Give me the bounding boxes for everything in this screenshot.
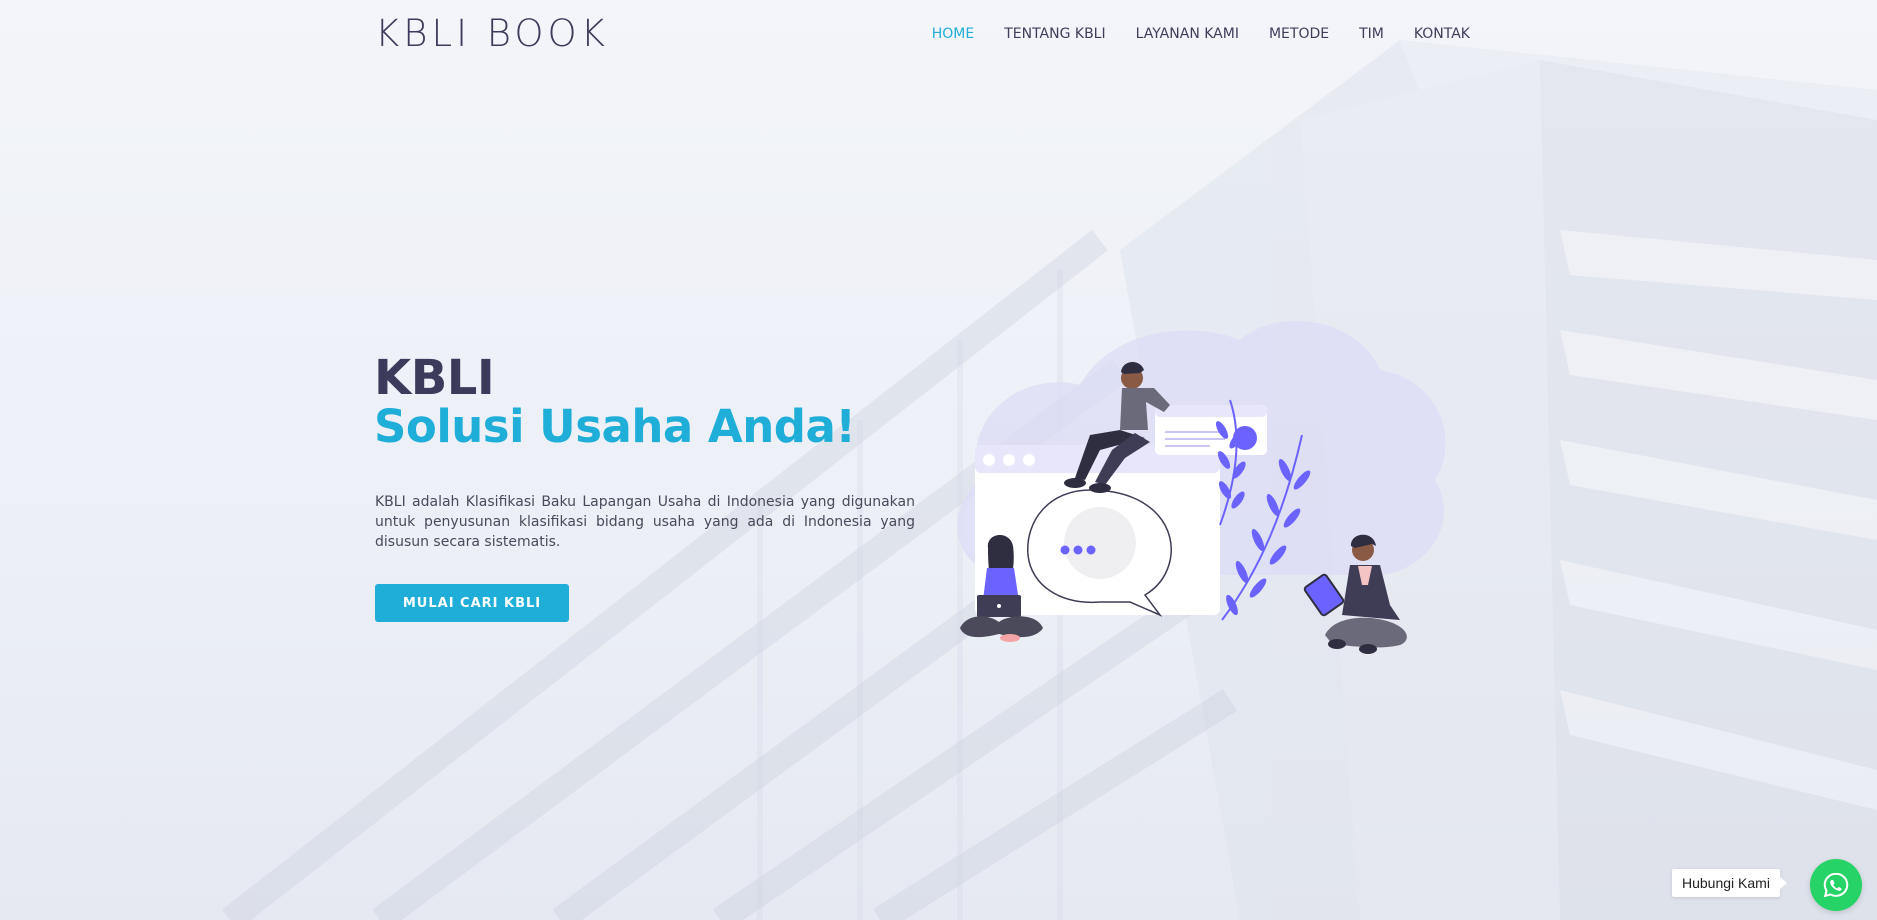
nav-item-tentang-kbli[interactable]: TENTANG KBLI — [1004, 26, 1105, 42]
site-logo[interactable]: KBLI BOOK — [375, 12, 609, 55]
nav-item-metode[interactable]: METODE — [1269, 26, 1329, 42]
nav-item-kontak[interactable]: KONTAK — [1414, 26, 1470, 42]
hero-subtitle: Solusi Usaha Anda! — [374, 400, 856, 453]
hero-description: KBLI adalah Klasifikasi Baku Lapangan Us… — [375, 494, 915, 550]
nav-item-home[interactable]: HOME — [932, 26, 974, 42]
hero-illustration — [957, 320, 1446, 654]
hero-title: KBLI — [374, 350, 495, 406]
background-building-image — [221, 40, 1877, 920]
whatsapp-contact-label[interactable]: Hubungi Kami — [1672, 869, 1787, 897]
nav-item-layanan-kami[interactable]: LAYANAN KAMI — [1136, 26, 1239, 42]
whatsapp-button[interactable] — [1810, 859, 1862, 911]
main-nav: HOME TENTANG KBLI LAYANAN KAMI METODE TI… — [932, 26, 1470, 42]
start-search-kbli-button[interactable]: MULAI CARI KBLI — [375, 584, 569, 622]
nav-item-tim[interactable]: TIM — [1359, 26, 1384, 42]
whatsapp-icon — [1823, 872, 1849, 898]
site-header: KBLI BOOK HOME TENTANG KBLI LAYANAN KAMI… — [0, 0, 1877, 72]
page: KBLI BOOK HOME TENTANG KBLI LAYANAN KAMI… — [0, 0, 1877, 920]
